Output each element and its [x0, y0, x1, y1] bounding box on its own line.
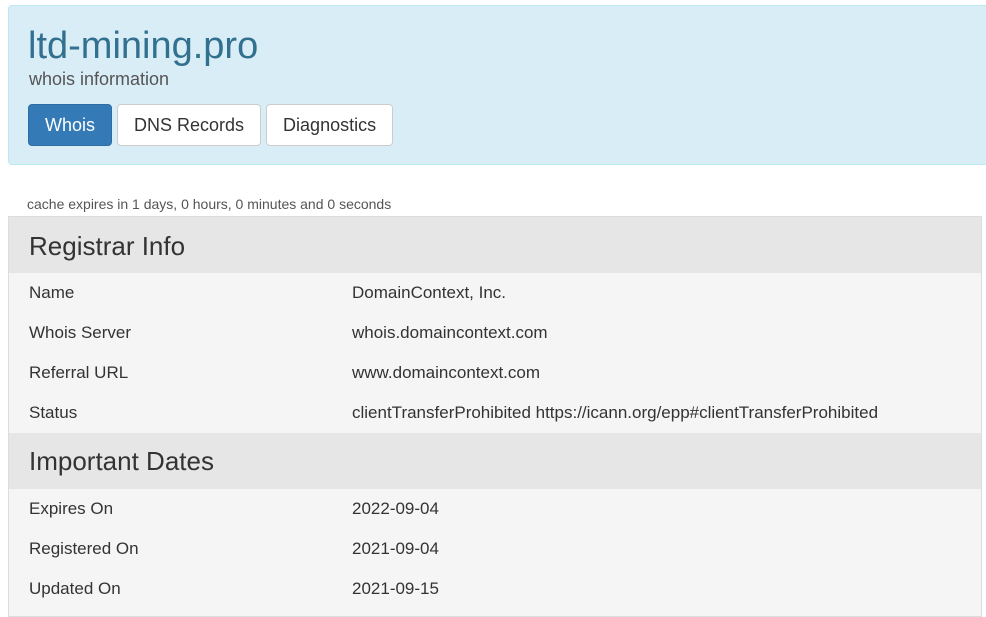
registrar-row-name: Name DomainContext, Inc. [9, 273, 981, 313]
cache-expiry-note: cache expires in 1 days, 0 hours, 0 minu… [27, 196, 392, 212]
tab-dns-records[interactable]: DNS Records [117, 104, 262, 146]
dates-row-updated: Updated On 2021-09-15 [9, 569, 981, 609]
row-value: 2021-09-04 [352, 539, 439, 558]
row-label: Updated On [29, 579, 121, 598]
important-dates-heading: Important Dates [9, 433, 981, 489]
row-value: whois.domaincontext.com [352, 323, 548, 342]
whois-info-panel: Registrar Info Name DomainContext, Inc. … [8, 216, 982, 617]
row-label: Referral URL [29, 363, 129, 382]
domain-header: ltd-mining.pro whois information Whois D… [8, 5, 986, 165]
row-value: www.domaincontext.com [352, 363, 541, 382]
registrar-info-heading: Registrar Info [9, 217, 981, 273]
domain-title: ltd-mining.pro [28, 25, 259, 67]
row-label: Name [29, 283, 75, 302]
dates-row-registered: Registered On 2021-09-04 [9, 529, 981, 569]
registrar-row-status: Status clientTransferProhibited https://… [9, 393, 981, 433]
row-value: 2022-09-04 [352, 499, 439, 518]
tab-diagnostics[interactable]: Diagnostics [266, 104, 394, 146]
row-label: Whois Server [29, 323, 132, 342]
registrar-row-whois-server: Whois Server whois.domaincontext.com [9, 313, 981, 353]
row-value: DomainContext, Inc. [352, 283, 507, 302]
page-subtitle: whois information [29, 69, 170, 89]
tab-whois[interactable]: Whois [28, 104, 113, 146]
tab-nav: Whois DNS Records Diagnostics [28, 104, 398, 146]
row-label: Registered On [29, 539, 139, 558]
row-value: 2021-09-15 [352, 579, 439, 598]
row-label: Status [29, 403, 78, 422]
row-label: Expires On [29, 499, 114, 518]
registrar-row-referral-url: Referral URL www.domaincontext.com [9, 353, 981, 393]
row-value: clientTransferProhibited https://icann.o… [352, 403, 879, 422]
dates-row-expires: Expires On 2022-09-04 [9, 489, 981, 529]
